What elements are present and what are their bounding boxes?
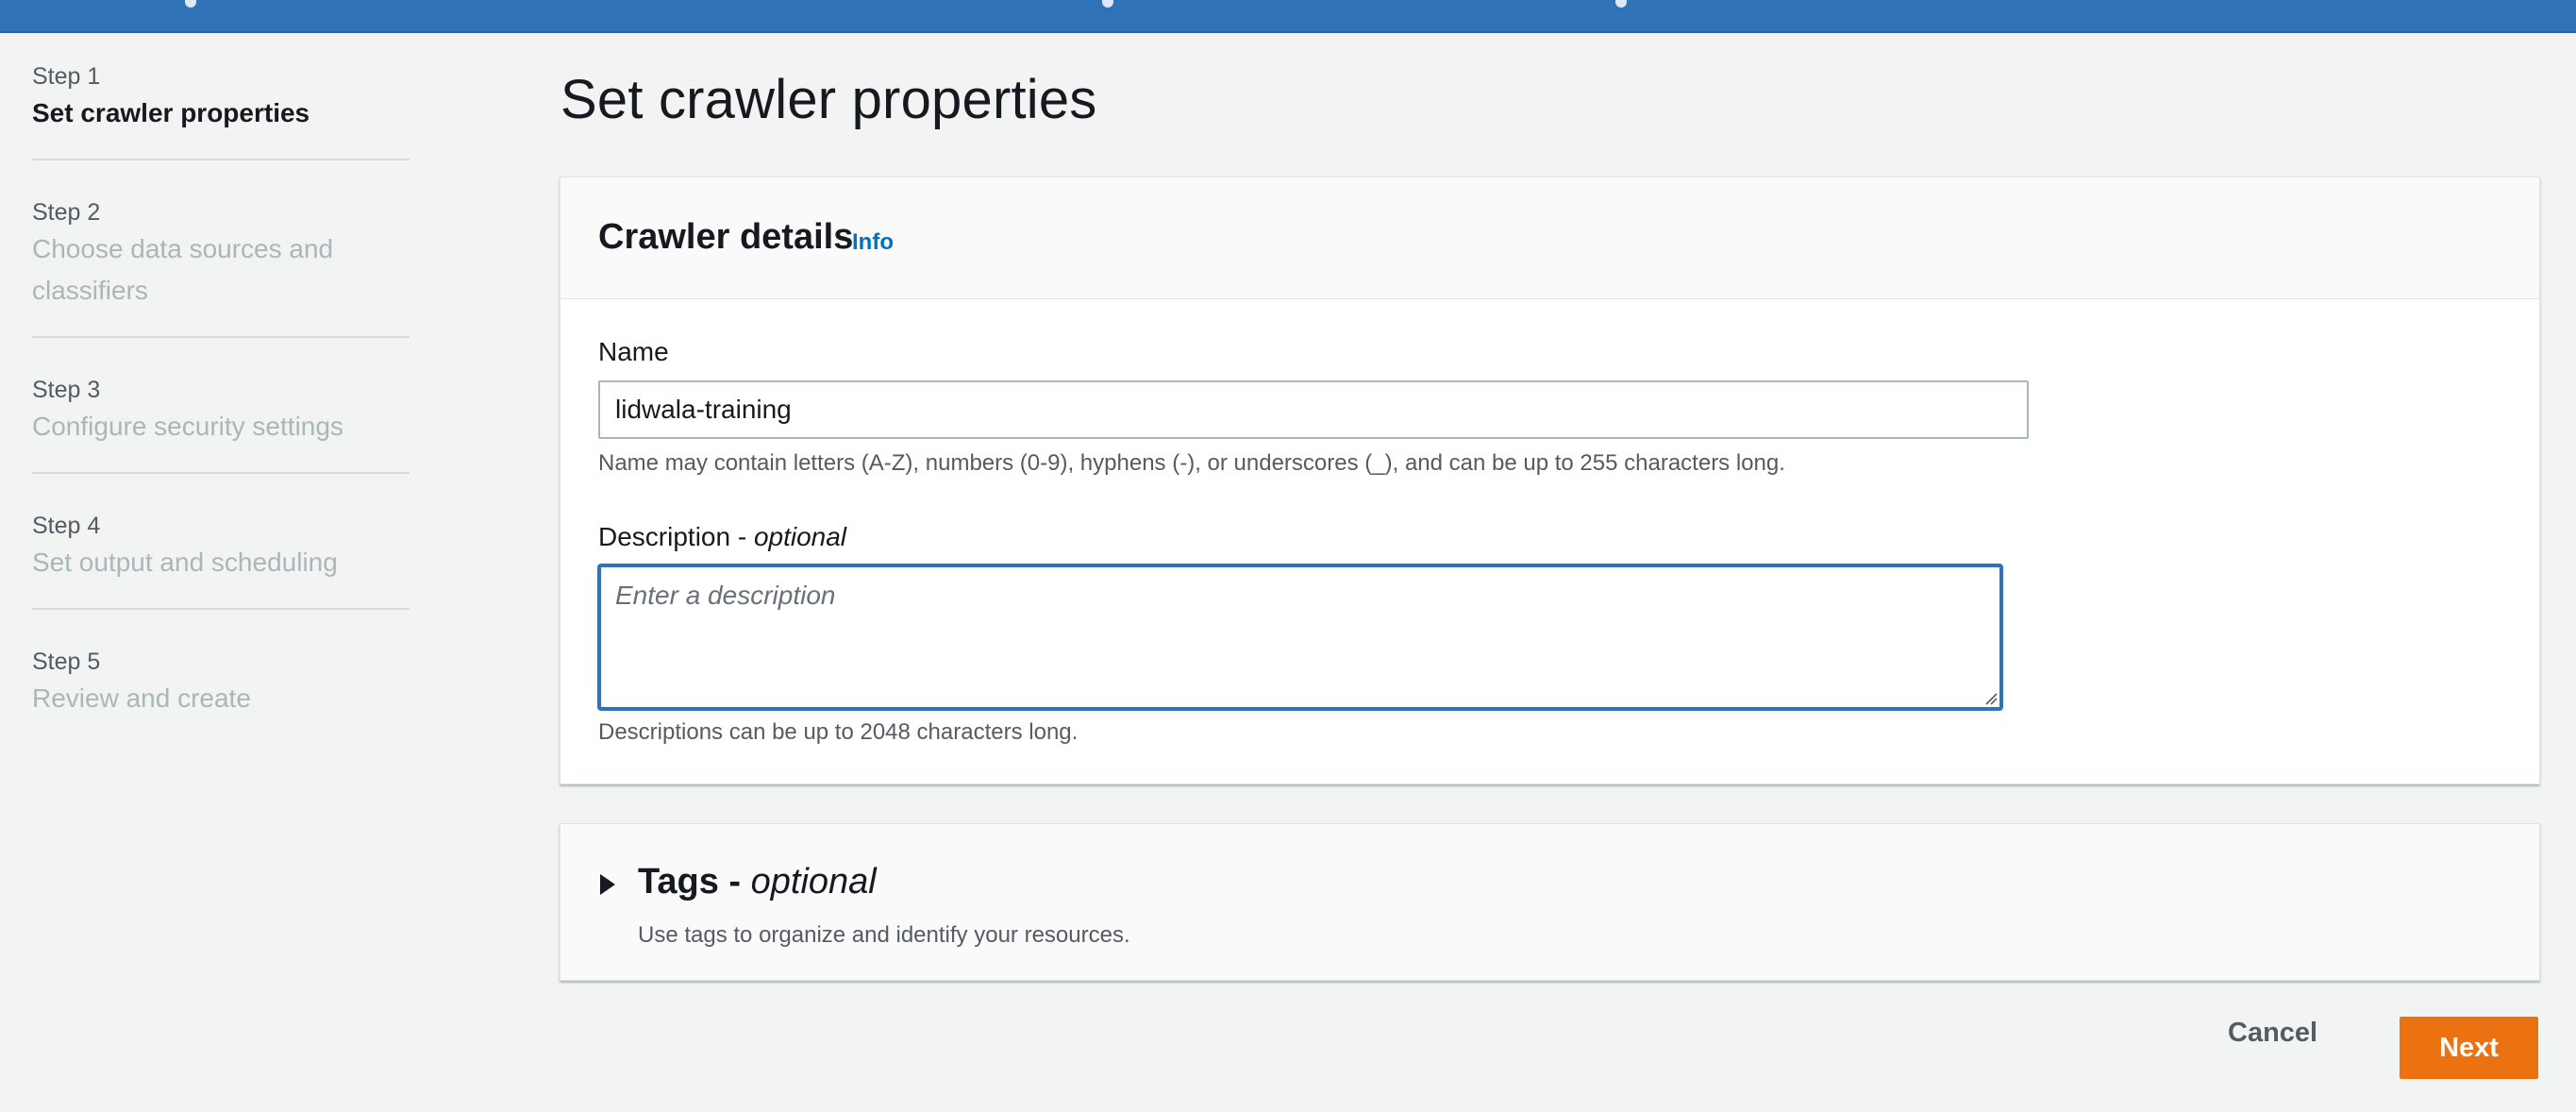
name-input[interactable]: lidwala-training — [598, 380, 2029, 439]
wizard-step-4: Step 4 Set output and scheduling — [32, 512, 410, 610]
step-title: Set output and scheduling — [32, 548, 338, 577]
wizard-steps-nav: Step 1 Set crawler properties Step 2 Cho… — [32, 62, 410, 782]
nav-text-fragment — [1615, 0, 1627, 8]
optional-text: optional — [750, 862, 877, 901]
page-title: Set crawler properties — [560, 69, 1097, 130]
description-textarea[interactable]: Enter a description — [598, 564, 2002, 710]
top-navigation-bar — [0, 0, 2576, 33]
tags-panel[interactable]: Tags - optional Use tags to organize and… — [560, 823, 2540, 981]
next-button[interactable]: Next — [2400, 1017, 2538, 1079]
step-title: Configure security settings — [32, 412, 343, 441]
wizard-step-1[interactable]: Step 1 Set crawler properties — [32, 62, 410, 160]
tags-heading-text: Tags - — [638, 862, 751, 901]
step-number: Step 3 — [32, 377, 101, 403]
description-hint: Descriptions can be up to 2048 character… — [598, 719, 1079, 745]
wizard-step-3: Step 3 Configure security settings — [32, 376, 410, 474]
description-label-text: Description - — [598, 522, 754, 551]
step-number: Step 1 — [32, 63, 101, 90]
nav-text-fragment — [1102, 0, 1113, 8]
info-link[interactable]: Info — [852, 229, 894, 256]
description-placeholder: Enter a description — [615, 581, 836, 610]
nav-text-fragment — [185, 0, 196, 8]
panel-heading: Crawler details — [598, 217, 854, 257]
wizard-step-5: Step 5 Review and create — [32, 648, 410, 744]
panel-header: Crawler details Info — [560, 177, 2539, 299]
tags-description: Use tags to organize and identify your r… — [638, 922, 1130, 948]
crawler-details-panel: Crawler details Info Name lidwala-traini… — [560, 177, 2540, 784]
step-number: Step 2 — [32, 199, 101, 226]
step-number: Step 4 — [32, 513, 101, 539]
step-number: Step 5 — [32, 649, 101, 675]
name-hint: Name may contain letters (A-Z), numbers … — [598, 450, 1785, 476]
expand-caret-icon[interactable] — [600, 874, 615, 895]
description-label: Description - optional — [598, 522, 846, 552]
step-title: Set crawler properties — [32, 98, 310, 127]
tags-heading[interactable]: Tags - optional — [638, 862, 877, 902]
cancel-button[interactable]: Cancel — [2228, 1018, 2317, 1049]
step-title: Review and create — [32, 683, 251, 713]
step-title: Choose data sources and classifiers — [32, 234, 334, 305]
optional-text: optional — [753, 522, 847, 551]
wizard-step-2: Step 2 Choose data sources and classifie… — [32, 198, 410, 338]
resize-handle-icon[interactable] — [1984, 692, 1998, 705]
name-label: Name — [598, 337, 669, 366]
